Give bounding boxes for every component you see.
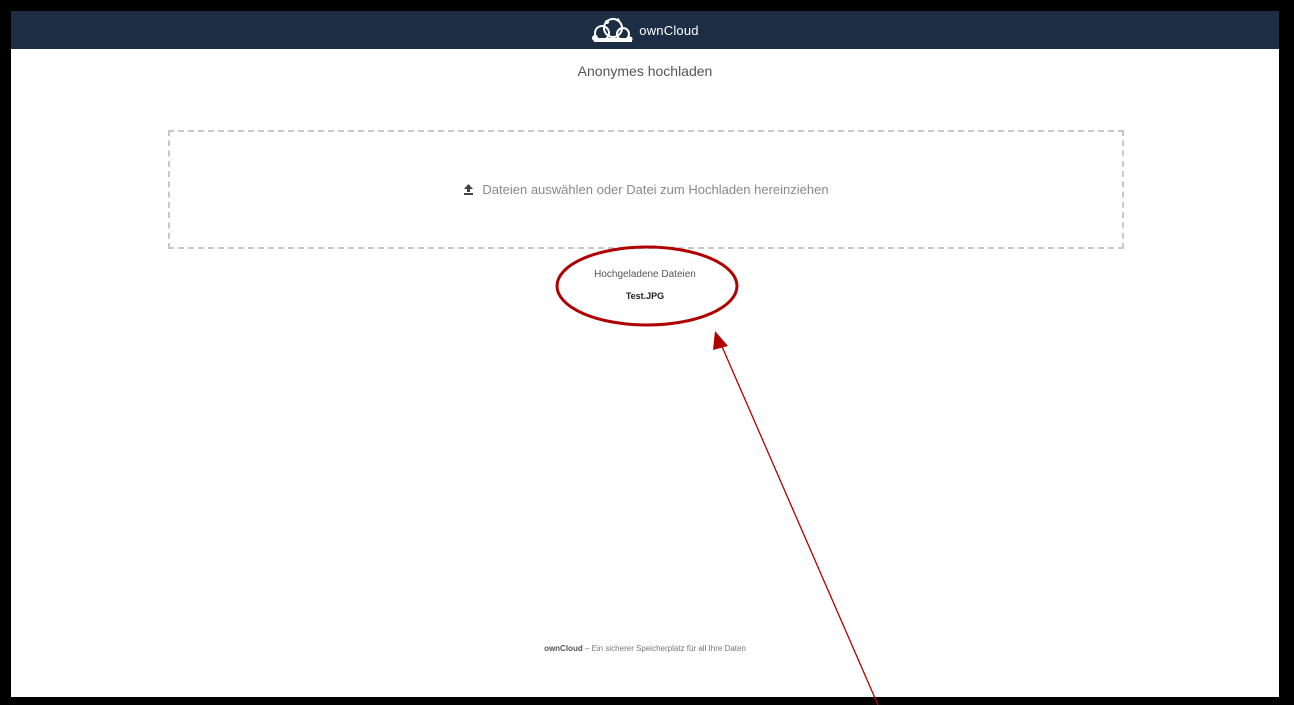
footer: ownCloud – Ein sicherer Speicherplatz fü… [11, 644, 1279, 653]
cloud-logo-icon [592, 18, 633, 42]
top-header: ownCloud [11, 11, 1279, 49]
upload-icon [464, 184, 474, 195]
dropzone-label: Dateien auswählen oder Datei zum Hochlad… [482, 182, 829, 197]
file-dropzone[interactable]: Dateien auswählen oder Datei zum Hochlad… [168, 130, 1124, 249]
brand-name: ownCloud [639, 22, 699, 38]
owncloud-logo[interactable]: ownCloud [591, 17, 699, 43]
footer-tagline: – Ein sicherer Speicherplatz für all Ihr… [582, 644, 746, 653]
uploaded-file-item: Test.JPG [625, 291, 665, 301]
uploaded-files-heading: Hochgeladene Dateien [594, 269, 696, 280]
browser-viewport: ownCloud Anonymes hochladen Dateien ausw… [11, 11, 1279, 697]
page-title: Anonymes hochladen [577, 63, 713, 79]
footer-brand[interactable]: ownCloud [544, 644, 583, 653]
